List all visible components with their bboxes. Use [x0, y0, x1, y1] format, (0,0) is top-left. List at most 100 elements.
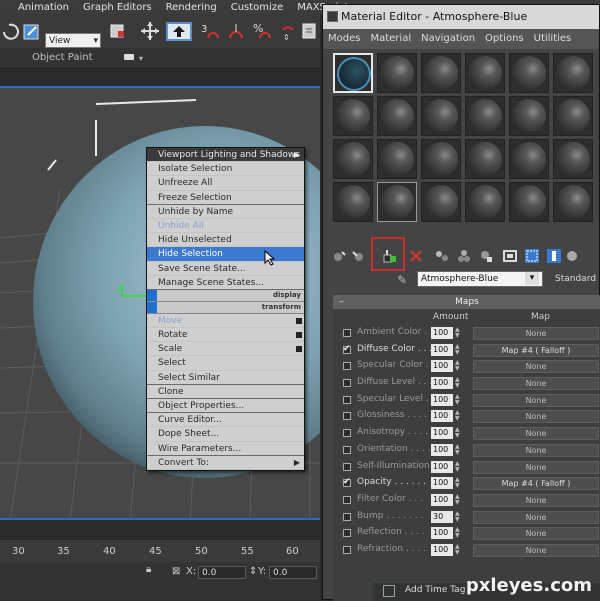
menu-utilities[interactable]: Utilities: [529, 29, 577, 49]
map-enable-checkbox[interactable]: [343, 329, 351, 337]
menu-modes[interactable]: Modes: [323, 29, 365, 49]
map-enable-checkbox[interactable]: [343, 445, 351, 454]
menu-navigation[interactable]: Navigation: [416, 29, 480, 49]
map-enable-checkbox[interactable]: [343, 344, 351, 354]
material-sample-slot[interactable]: [465, 96, 505, 136]
map-slot-button[interactable]: Map #4 ( Falloff ): [473, 343, 599, 357]
menu-item-unhide-by-name[interactable]: Unhide by Name: [147, 205, 304, 219]
menu-material[interactable]: Material: [365, 29, 416, 49]
map-amount-field[interactable]: 100: [431, 410, 453, 423]
map-enable-checkbox[interactable]: [343, 495, 351, 504]
menu-item-hide-unselected[interactable]: Hide Unselected: [147, 233, 304, 248]
map-slot-button[interactable]: None: [473, 360, 599, 374]
material-id-channel-icon[interactable]: [479, 249, 493, 263]
time-ruler[interactable]: 30 35 40 45 50 55 60: [0, 540, 320, 562]
material-sample-slot[interactable]: [333, 182, 373, 222]
map-enable-checkbox[interactable]: [343, 379, 351, 388]
put-to-library-icon[interactable]: [457, 249, 471, 263]
map-enable-checkbox[interactable]: [343, 395, 351, 404]
material-sample-slot[interactable]: [333, 96, 373, 136]
menu-item-viewport-lighting[interactable]: Viewport Lighting and Shadows ▶: [147, 148, 304, 163]
menu-item-clone[interactable]: Clone: [147, 385, 304, 399]
map-amount-field[interactable]: 100: [431, 543, 453, 556]
amount-spinner-icon[interactable]: ▲ ▼: [455, 543, 462, 556]
undo-icon[interactable]: [0, 20, 20, 42]
map-enable-checkbox[interactable]: [343, 512, 351, 521]
collapse-icon[interactable]: –: [339, 295, 344, 309]
reference-coordinate-select[interactable]: View: [45, 33, 101, 49]
eyedropper-icon[interactable]: ✎: [397, 273, 407, 287]
map-slot-button[interactable]: Map #4 ( Falloff ): [473, 477, 599, 491]
y-coord-field[interactable]: 0.0: [269, 566, 317, 579]
amount-spinner-icon[interactable]: ▲ ▼: [455, 527, 462, 539]
amount-spinner-icon[interactable]: ▲ ▼: [455, 510, 462, 523]
material-sample-slot[interactable]: [509, 182, 549, 222]
material-sample-slot[interactable]: [553, 53, 593, 93]
map-slot-button[interactable]: None: [473, 543, 599, 557]
ribbon-more-icon[interactable]: ▾: [139, 54, 143, 63]
menu-item-save-scene-state[interactable]: Save Scene State...: [147, 262, 304, 276]
map-amount-field[interactable]: 100: [431, 527, 453, 540]
absolute-mode-icon[interactable]: ⊠: [172, 566, 180, 577]
material-sample-slot[interactable]: [509, 96, 549, 136]
menu-item-manage-scene-states[interactable]: Manage Scene States...: [147, 276, 304, 290]
material-sample-slot[interactable]: [377, 96, 417, 136]
get-material-icon[interactable]: [333, 249, 347, 263]
amount-spinner-icon[interactable]: ▲ ▼: [455, 493, 462, 506]
material-sample-slot[interactable]: [421, 139, 461, 179]
ribbon-dropdown-icon[interactable]: [124, 54, 134, 60]
menu-item-select[interactable]: Select: [147, 356, 304, 371]
material-sample-slot[interactable]: [465, 139, 505, 179]
map-enable-checkbox[interactable]: [343, 362, 351, 371]
menu-customize[interactable]: Customize: [231, 2, 284, 13]
amount-spinner-icon[interactable]: ▲ ▼: [455, 460, 462, 473]
amount-spinner-icon[interactable]: ▲ ▼: [455, 477, 462, 489]
material-sample-slot[interactable]: [465, 53, 505, 93]
menu-item-hide-selection[interactable]: Hide Selection: [147, 247, 304, 262]
amount-spinner-icon[interactable]: ▲ ▼: [455, 393, 462, 406]
map-slot-button[interactable]: None: [473, 377, 599, 391]
show-map-in-viewport-icon[interactable]: [503, 249, 517, 263]
material-sample-slot[interactable]: [509, 53, 549, 93]
menu-item-convert-to[interactable]: Convert To: ▶: [147, 456, 304, 470]
map-slot-button[interactable]: None: [473, 460, 599, 474]
map-slot-button[interactable]: None: [473, 410, 599, 424]
amount-spinner-icon[interactable]: ▲ ▼: [455, 410, 462, 422]
time-tag-icon[interactable]: [383, 585, 395, 597]
material-sample-slot[interactable]: [421, 182, 461, 222]
chevron-down-icon[interactable]: ▾: [525, 272, 539, 285]
pivot-center-icon[interactable]: [108, 20, 128, 42]
amount-spinner-icon[interactable]: ▲ ▼: [455, 327, 462, 339]
select-object-icon[interactable]: [22, 20, 42, 42]
go-to-parent-icon[interactable]: [547, 249, 561, 263]
menu-item-scale[interactable]: Scale: [147, 342, 304, 357]
map-enable-checkbox[interactable]: [343, 412, 351, 421]
amount-spinner-icon[interactable]: ▲ ▼: [455, 427, 462, 439]
material-sample-slot[interactable]: [421, 96, 461, 136]
material-sample-slot[interactable]: [377, 53, 417, 93]
select-and-manipulate-icon[interactable]: [140, 20, 160, 42]
map-slot-button[interactable]: None: [473, 493, 599, 507]
material-type-button[interactable]: Standard: [555, 271, 600, 287]
map-enable-checkbox[interactable]: [343, 529, 351, 538]
named-selection-icon[interactable]: [300, 20, 320, 42]
make-unique-icon[interactable]: [435, 249, 449, 263]
map-amount-field[interactable]: 100: [431, 393, 453, 406]
go-forward-to-sibling-icon[interactable]: [565, 249, 579, 263]
map-enable-checkbox[interactable]: [343, 545, 351, 554]
object-paint-tab[interactable]: Object Paint: [32, 52, 93, 63]
spinner-icon[interactable]: ⇕: [249, 566, 257, 577]
amount-spinner-icon[interactable]: ▲ ▼: [455, 360, 462, 372]
material-sample-slot[interactable]: [509, 139, 549, 179]
map-amount-field[interactable]: 100: [431, 343, 453, 356]
settings-box-icon[interactable]: [296, 332, 302, 339]
angle-snap-icon[interactable]: [226, 20, 246, 42]
map-enable-checkbox[interactable]: [343, 429, 351, 438]
put-material-icon[interactable]: [351, 249, 365, 263]
snaps-toggle-icon[interactable]: 3: [200, 20, 220, 42]
menu-item-object-properties[interactable]: Object Properties...: [147, 399, 304, 414]
map-amount-field[interactable]: 100: [431, 443, 453, 456]
map-slot-button[interactable]: None: [473, 527, 599, 541]
material-sample-slot[interactable]: [377, 182, 417, 222]
material-sample-slot[interactable]: [333, 53, 373, 93]
